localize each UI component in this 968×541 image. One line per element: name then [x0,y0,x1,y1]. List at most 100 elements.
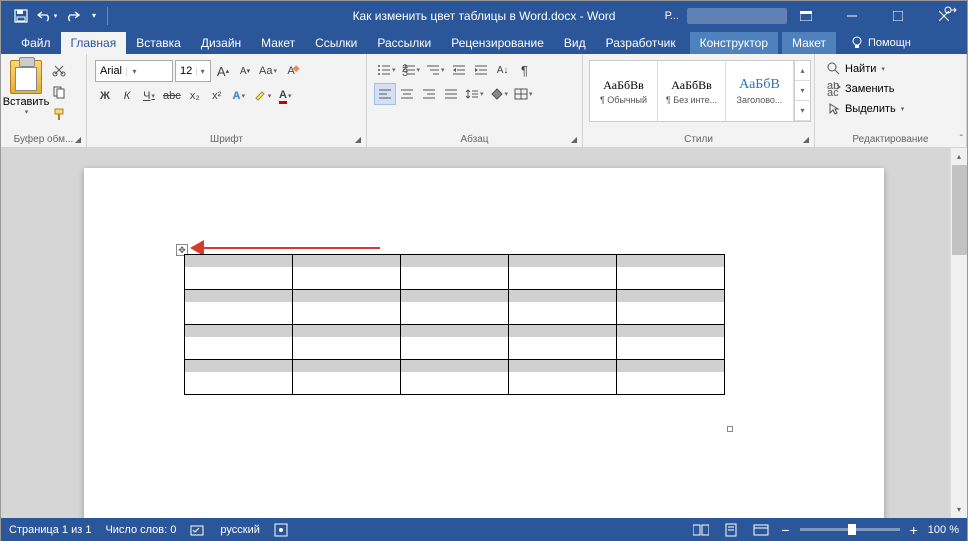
tab-table-design[interactable]: Конструктор [690,32,778,54]
maximize-button[interactable] [875,1,921,30]
document-table[interactable] [184,254,725,395]
font-size-combo[interactable]: 12▾ [175,60,211,82]
paragraph-launcher[interactable]: ◢ [568,133,580,145]
cut-button[interactable] [49,60,69,80]
spellcheck-icon[interactable] [190,523,206,537]
subscript-button[interactable]: x₂ [185,86,205,106]
grow-font-button[interactable]: A▴ [213,61,233,81]
zoom-out-button[interactable]: − [781,522,789,538]
bullets-button[interactable]: ▾ [375,60,398,80]
collapse-ribbon-button[interactable]: ˆ [960,134,963,145]
zoom-slider[interactable] [800,528,900,531]
tab-layout[interactable]: Макет [251,32,305,54]
tab-insert[interactable]: Вставка [126,32,191,54]
tab-mailings[interactable]: Рассылки [367,32,441,54]
style-heading1[interactable]: АаБбВЗаголово... [726,61,794,121]
style-no-spacing[interactable]: АаБбВв¶ Без инте... [658,61,726,121]
svg-text:3: 3 [402,67,408,76]
italic-button[interactable]: К [117,86,137,106]
table-row[interactable] [185,360,725,395]
tab-table-layout[interactable]: Макет [782,32,836,54]
group-clipboard: Вставить ▾ Буфер обм... ◢ [1,54,87,147]
cursor-icon [827,102,841,116]
redo-button[interactable] [61,4,85,28]
show-marks-button[interactable]: ¶ [515,60,535,80]
table-row[interactable] [185,255,725,290]
multilevel-list-button[interactable]: ▾ [424,60,447,80]
underline-button[interactable]: Ч▾ [139,86,159,106]
decrease-indent-button[interactable] [449,60,469,80]
user-account[interactable]: Р... [665,8,787,24]
style-scroll-down[interactable]: ▾ [795,81,810,101]
titlebar: ▾ ▾ Как изменить цвет таблицы в Word.doc… [1,1,967,30]
window-title: Как изменить цвет таблицы в Word.docx - … [353,9,616,23]
strikethrough-button[interactable]: abc [161,86,183,106]
align-right-button[interactable] [419,84,439,104]
align-center-button[interactable] [397,84,417,104]
tab-file[interactable]: Файл [11,32,61,54]
vertical-scrollbar[interactable]: ▴ ▾ [950,148,967,518]
style-expand[interactable]: ▾ [795,101,810,121]
scroll-up-button[interactable]: ▴ [951,148,967,165]
save-button[interactable] [9,4,33,28]
clipboard-launcher[interactable]: ◢ [72,133,84,145]
clear-formatting-button[interactable]: A◆ [281,61,301,81]
tab-review[interactable]: Рецензирование [441,32,554,54]
bold-button[interactable]: Ж [95,86,115,106]
sort-button[interactable]: A↓ [493,60,513,80]
text-effects-button[interactable]: A▾ [229,86,249,106]
font-launcher[interactable]: ◢ [352,133,364,145]
select-button[interactable]: Выделить▾ [823,100,908,118]
tab-home[interactable]: Главная [61,32,127,54]
highlight-button[interactable]: ▾ [251,86,274,106]
font-name-combo[interactable]: Arial▾ [95,60,173,82]
styles-gallery[interactable]: АаБбВв¶ Обычный АаБбВв¶ Без инте... АаБб… [589,60,811,122]
font-color-button[interactable]: A▾ [275,86,295,106]
style-scroll-up[interactable]: ▴ [795,61,810,81]
tab-references[interactable]: Ссылки [305,32,367,54]
ribbon-display-options[interactable] [783,1,829,30]
statusbar: Страница 1 из 1 Число слов: 0 русский − … [1,518,967,541]
lightbulb-icon [850,36,864,50]
language-indicator[interactable]: русский [220,524,259,536]
find-button[interactable]: Найти▾ [823,60,908,78]
style-normal[interactable]: АаБбВв¶ Обычный [590,61,658,121]
tab-design[interactable]: Дизайн [191,32,251,54]
replace-button[interactable]: abacЗаменить [823,80,908,98]
table-row[interactable] [185,325,725,360]
scroll-down-button[interactable]: ▾ [951,501,967,518]
shading-button[interactable]: ▾ [488,84,511,104]
superscript-button[interactable]: x² [207,86,227,106]
shrink-font-button[interactable]: A▾ [235,61,255,81]
zoom-level[interactable]: 100 % [928,524,959,536]
macro-indicator[interactable] [274,523,288,537]
change-case-button[interactable]: Aa▾ [257,61,279,81]
print-layout-button[interactable] [721,521,741,539]
table-row[interactable] [185,290,725,325]
page-count[interactable]: Страница 1 из 1 [9,524,91,536]
borders-button[interactable]: ▾ [512,84,535,104]
styles-launcher[interactable]: ◢ [800,133,812,145]
justify-button[interactable] [441,84,461,104]
paste-button[interactable]: Вставить ▾ [5,56,47,116]
read-mode-button[interactable] [691,521,711,539]
tab-developer[interactable]: Разработчик [596,32,686,54]
qat-customize[interactable]: ▾ [87,4,101,28]
tab-view[interactable]: Вид [554,32,596,54]
page[interactable]: ✥ [84,168,884,518]
line-spacing-button[interactable]: ▾ [463,84,486,104]
scroll-thumb[interactable] [952,165,967,255]
numbering-button[interactable]: 123▾ [400,60,423,80]
word-count[interactable]: Число слов: 0 [105,524,176,536]
copy-button[interactable] [49,82,69,102]
table-resize-handle[interactable] [727,426,733,432]
web-layout-button[interactable] [751,521,771,539]
undo-button[interactable]: ▾ [35,4,59,28]
format-painter-button[interactable] [49,104,69,124]
increase-indent-button[interactable] [471,60,491,80]
zoom-in-button[interactable]: + [910,522,918,538]
align-left-button[interactable] [375,84,395,104]
tell-me-search[interactable]: Помощн [842,32,919,54]
share-button[interactable] [938,0,964,24]
minimize-button[interactable] [829,1,875,30]
